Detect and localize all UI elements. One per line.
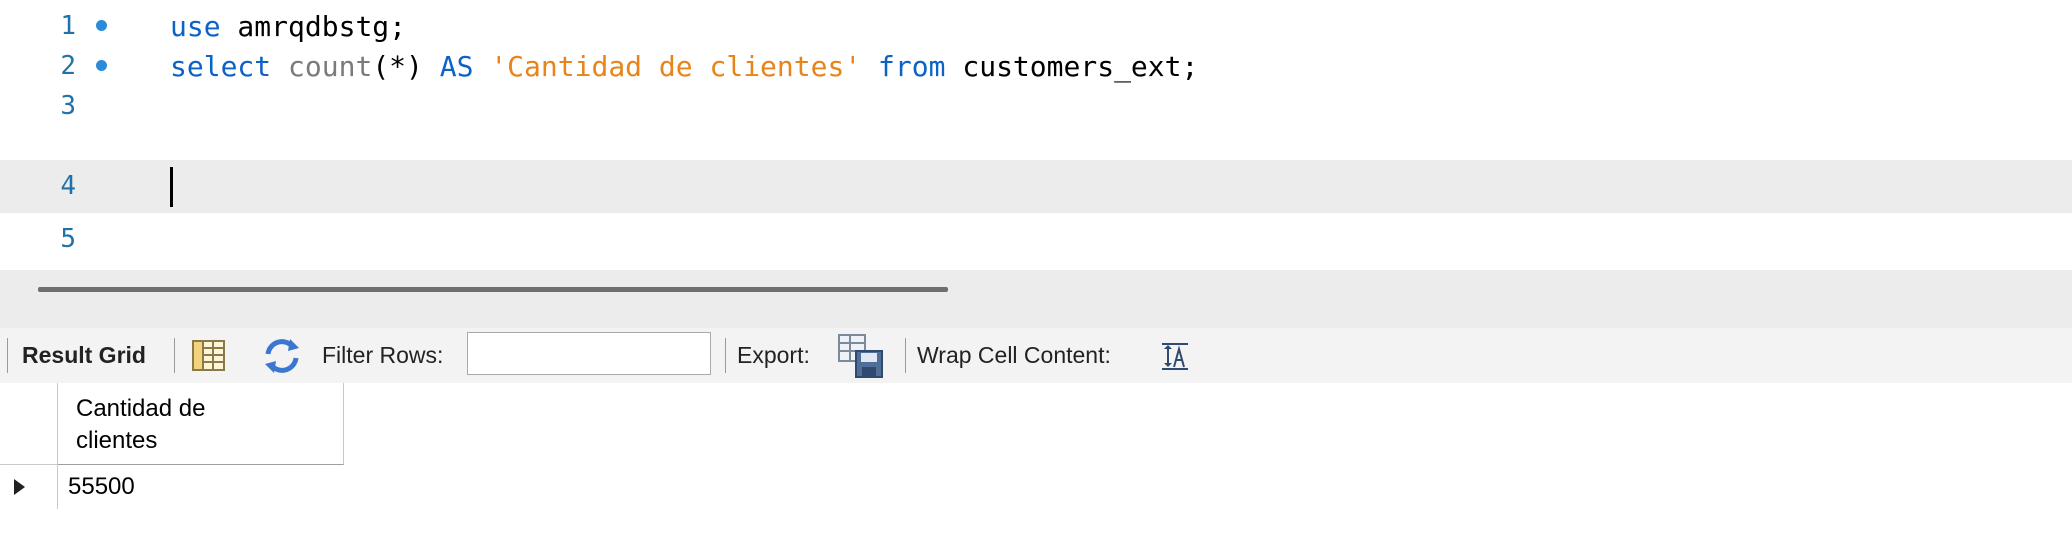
function-count: count — [271, 50, 373, 83]
line-number: 3 — [60, 91, 76, 121]
export-icon[interactable] — [838, 328, 886, 383]
statement-marker-icon — [96, 60, 107, 71]
table-cell[interactable]: 55500 — [58, 465, 344, 509]
row-selector[interactable] — [0, 465, 58, 509]
filter-rows-text: Filter Rows: — [322, 342, 444, 368]
export-label: Export: — [737, 328, 810, 383]
table-name: customers_ext; — [945, 50, 1199, 83]
toolbar-divider — [905, 338, 906, 373]
result-grid-tab[interactable]: Result Grid — [22, 328, 146, 383]
editor-line-3[interactable]: 3 — [0, 80, 2072, 133]
editor-line-4-current[interactable]: 4 — [0, 160, 2072, 213]
editor-line-5[interactable]: 5 — [0, 213, 2072, 266]
line-number: 5 — [60, 224, 76, 254]
refresh-icon[interactable] — [262, 328, 302, 383]
text-caret — [170, 167, 173, 207]
toolbar-divider — [725, 338, 726, 373]
horizontal-scrollbar[interactable] — [38, 287, 948, 292]
keyword-select: select — [170, 50, 272, 83]
result-toolbar: Result Grid Filter Rows: Export: Wrap Ce… — [0, 328, 2072, 383]
column-header-cantidad-de-clientes[interactable]: Cantidad de clientes — [58, 383, 344, 465]
toolbar-divider — [174, 338, 175, 373]
export-text: Export: — [737, 342, 810, 368]
filter-rows-input[interactable] — [467, 332, 711, 375]
panel-splitter[interactable] — [0, 270, 2072, 328]
wrap-cell-label: Wrap Cell Content: — [917, 328, 1111, 383]
toolbar-divider — [7, 338, 8, 373]
wrap-cell-text: Wrap Cell Content: — [917, 342, 1111, 368]
alias-string: 'Cantidad de clientes' — [473, 50, 862, 83]
result-grid[interactable]: Cantidad de clientes 55500 — [0, 383, 2072, 560]
count-args: (*) — [372, 50, 440, 83]
row-pointer-icon — [14, 479, 25, 495]
filter-rows-label: Filter Rows: — [322, 328, 443, 383]
database-name: amrqdbstg; — [220, 10, 407, 43]
keyword-from: from — [861, 50, 946, 83]
keyword-as: AS — [439, 50, 474, 83]
line-number: 4 — [60, 171, 76, 201]
result-grid-label: Result Grid — [22, 342, 146, 368]
grid-corner — [0, 383, 58, 465]
keyword-use: use — [170, 10, 221, 43]
sql-editor[interactable]: 1 use amrqdbstg; 2 select count(*) AS 'C… — [0, 0, 2072, 270]
wrap-text-icon[interactable] — [1160, 328, 1190, 383]
column-header-line: Cantidad de — [76, 395, 206, 422]
column-header-line: clientes — [76, 427, 158, 454]
grid-layout-icon[interactable] — [192, 328, 226, 383]
statement-marker-icon — [96, 20, 107, 31]
